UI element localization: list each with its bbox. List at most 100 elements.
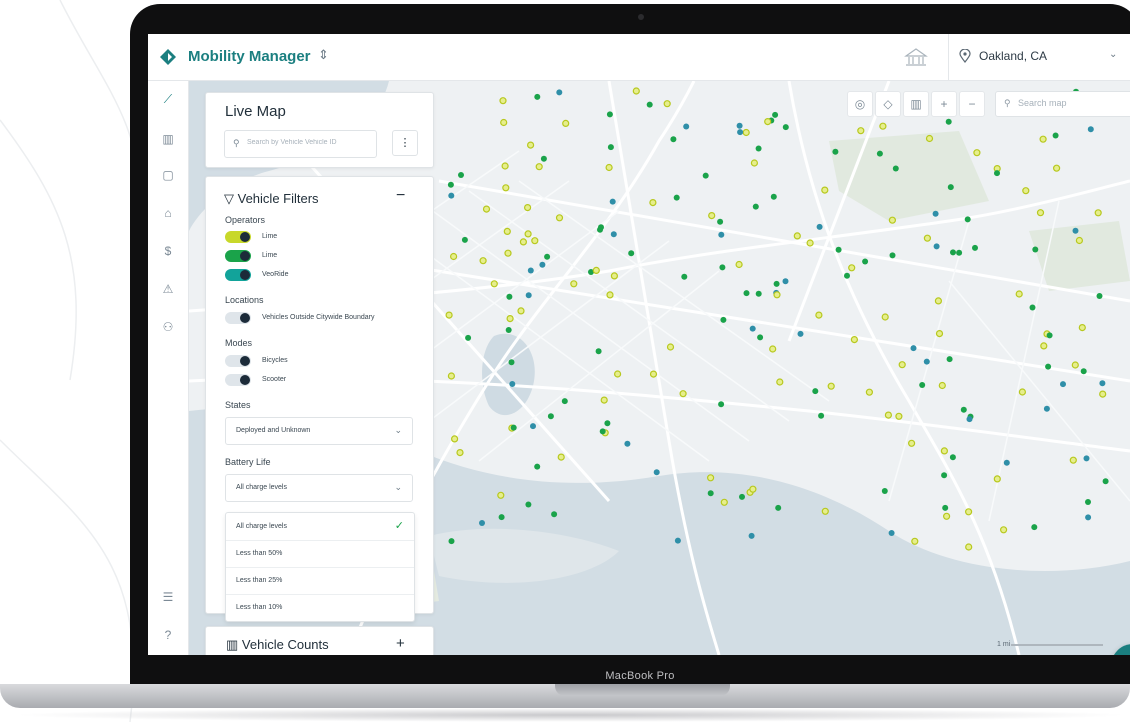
- vehicle-marker[interactable]: [609, 198, 616, 205]
- vehicle-marker[interactable]: [509, 381, 516, 387]
- vehicle-marker[interactable]: [812, 388, 819, 395]
- vehicle-marker[interactable]: [673, 194, 680, 201]
- vehicle-marker[interactable]: [592, 266, 600, 274]
- vehicle-marker[interactable]: [499, 97, 507, 105]
- vehicle-marker[interactable]: [994, 170, 1000, 177]
- vehicle-marker[interactable]: [458, 172, 464, 178]
- vehicle-marker[interactable]: [770, 193, 777, 200]
- vehicle-marker[interactable]: [945, 118, 952, 125]
- clipboard-icon[interactable]: ▢: [160, 167, 176, 183]
- vehicle-marker[interactable]: [510, 424, 517, 431]
- vehicle-marker[interactable]: [1099, 390, 1107, 398]
- vehicle-marker[interactable]: [769, 345, 777, 353]
- vehicle-marker[interactable]: [551, 511, 558, 518]
- map-style-icon[interactable]: ▥: [903, 91, 929, 117]
- vehicle-marker[interactable]: [821, 186, 829, 194]
- vehicle-marker[interactable]: [610, 272, 618, 280]
- vehicle-marker[interactable]: [497, 491, 505, 499]
- vehicle-marker[interactable]: [506, 315, 514, 323]
- vehicle-marker[interactable]: [720, 498, 728, 506]
- vehicle-marker[interactable]: [1040, 342, 1048, 350]
- vehicle-marker[interactable]: [508, 359, 515, 366]
- vehicle-marker[interactable]: [547, 413, 554, 420]
- vehicle-marker[interactable]: [942, 504, 949, 511]
- vehicle-marker[interactable]: [450, 252, 458, 261]
- vehicle-marker[interactable]: [964, 216, 971, 223]
- vehicle-marker[interactable]: [923, 234, 932, 242]
- vehicle-marker[interactable]: [519, 238, 527, 246]
- vehicle-marker[interactable]: [720, 316, 727, 323]
- vehicle-marker[interactable]: [708, 212, 716, 220]
- vehicle-marker[interactable]: [649, 370, 658, 378]
- toggle-switch[interactable]: [225, 374, 251, 386]
- vehicle-marker[interactable]: [881, 313, 889, 321]
- more-options-button[interactable]: ⋮: [392, 130, 418, 156]
- vehicle-marker[interactable]: [524, 203, 532, 212]
- vehicle-marker[interactable]: [600, 396, 608, 404]
- vehicle-marker[interactable]: [1087, 126, 1094, 133]
- vehicle-marker[interactable]: [832, 148, 839, 155]
- vehicle-marker[interactable]: [932, 210, 939, 217]
- vehicle-marker[interactable]: [865, 388, 874, 396]
- vehicle-marker[interactable]: [534, 93, 541, 100]
- vehicle-marker[interactable]: [772, 111, 779, 118]
- vehicle-marker[interactable]: [524, 230, 532, 238]
- vehicle-marker[interactable]: [850, 336, 859, 344]
- vehicle-marker[interactable]: [447, 181, 454, 188]
- vehicle-marker[interactable]: [445, 311, 453, 319]
- dropdown-option[interactable]: Less than 25%: [226, 567, 414, 595]
- vehicle-marker[interactable]: [1096, 293, 1103, 299]
- vehicle-marker[interactable]: [702, 172, 709, 179]
- toggle-switch[interactable]: [225, 250, 251, 262]
- vehicle-marker[interactable]: [1099, 380, 1106, 387]
- vehicle-marker[interactable]: [718, 401, 725, 408]
- vehicle-marker[interactable]: [806, 239, 814, 247]
- vehicle-marker[interactable]: [531, 237, 539, 245]
- vehicle-marker[interactable]: [605, 163, 613, 172]
- bank-icon[interactable]: ⌂: [160, 205, 176, 221]
- vehicle-marker[interactable]: [539, 261, 546, 268]
- vehicle-marker[interactable]: [966, 416, 973, 423]
- polygon-icon[interactable]: ◇: [875, 91, 901, 117]
- vehicle-marker[interactable]: [835, 246, 842, 253]
- vehicle-marker[interactable]: [1052, 164, 1061, 172]
- vehicle-marker[interactable]: [857, 127, 865, 135]
- vehicle-marker[interactable]: [1003, 459, 1010, 466]
- vehicle-marker[interactable]: [681, 273, 688, 280]
- vehicle-marker[interactable]: [821, 507, 829, 515]
- map-icon[interactable]: ▥: [160, 131, 176, 147]
- toggle-switch[interactable]: [225, 312, 251, 324]
- vehicle-marker[interactable]: [775, 504, 782, 511]
- vehicle-marker[interactable]: [827, 382, 835, 390]
- vehicle-marker[interactable]: [797, 330, 804, 337]
- vehicle-marker[interactable]: [1029, 304, 1036, 311]
- vehicle-marker[interactable]: [718, 231, 725, 238]
- vehicle-marker[interactable]: [933, 243, 940, 250]
- vehicle-marker[interactable]: [941, 472, 948, 479]
- vehicle-marker[interactable]: [498, 514, 505, 521]
- vehicle-marker[interactable]: [649, 198, 657, 207]
- vehicle-marker[interactable]: [503, 227, 511, 235]
- vehicle-marker[interactable]: [743, 290, 750, 297]
- vehicle-marker[interactable]: [534, 463, 541, 470]
- vehicle-marker[interactable]: [597, 226, 603, 233]
- vehicle-marker[interactable]: [1052, 132, 1059, 139]
- vehicle-marker[interactable]: [448, 192, 455, 199]
- vehicle-marker[interactable]: [960, 406, 967, 413]
- vehicle-marker[interactable]: [607, 144, 614, 151]
- vehicle-marker[interactable]: [919, 382, 926, 388]
- vehicle-marker[interactable]: [934, 297, 943, 305]
- expand-button[interactable]: +: [396, 635, 405, 652]
- vehicle-marker[interactable]: [501, 162, 509, 170]
- vehicle-marker[interactable]: [490, 280, 498, 288]
- vehicle-marker[interactable]: [748, 532, 755, 539]
- vehicle-marker[interactable]: [940, 447, 949, 455]
- vehicle-marker[interactable]: [500, 118, 508, 127]
- vehicle-marker[interactable]: [947, 184, 954, 191]
- vehicle-marker[interactable]: [599, 428, 606, 435]
- vehicle-marker[interactable]: [683, 123, 690, 130]
- vehicle-marker[interactable]: [739, 493, 745, 500]
- vehicle-marker[interactable]: [938, 381, 946, 390]
- vehicle-marker[interactable]: [999, 526, 1008, 534]
- vehicle-marker[interactable]: [942, 512, 951, 520]
